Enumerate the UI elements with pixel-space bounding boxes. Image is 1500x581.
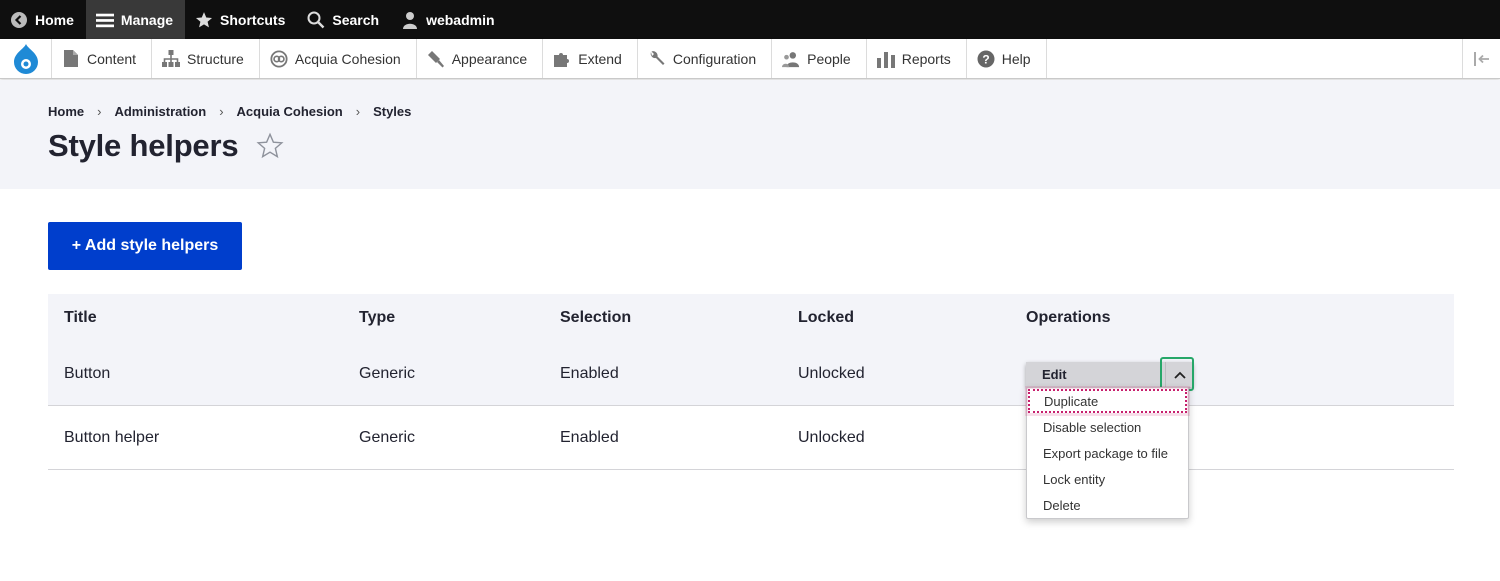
people-icon <box>782 50 800 68</box>
table-header: Title Type Selection Locked Operations <box>48 294 1454 342</box>
table-row: Button helper Generic Enabled Unlocked <box>48 406 1454 470</box>
svg-text:?: ? <box>982 52 989 66</box>
tray-item-appearance[interactable]: Appearance <box>417 39 544 78</box>
user-icon <box>401 11 419 29</box>
toolbar-shortcuts-label: Shortcuts <box>220 11 286 28</box>
tray-item-label: Structure <box>187 50 244 67</box>
wrench-icon <box>648 50 666 68</box>
cell-type: Generic <box>359 364 416 382</box>
toolbar-user[interactable]: webadmin <box>391 0 506 39</box>
tray-item-label: Configuration <box>672 50 757 67</box>
tray-spacer <box>1047 39 1462 78</box>
admin-tray: Content Structure Acquia Cohesion Appear… <box>0 39 1500 79</box>
breadcrumb-styles[interactable]: Styles <box>373 104 411 119</box>
toolbar-search[interactable]: Search <box>297 0 391 39</box>
column-header-operations: Operations <box>1026 309 1111 326</box>
search-icon <box>307 11 325 29</box>
page-header: Home › Administration › Acquia Cohesion … <box>0 80 1500 189</box>
hamburger-menu-icon <box>95 11 114 29</box>
sitemap-icon <box>162 50 181 68</box>
breadcrumb-separator-icon: › <box>97 104 102 119</box>
style-helpers-table: Title Type Selection Locked Operations B… <box>48 294 1454 470</box>
breadcrumb-separator-icon: › <box>355 104 361 119</box>
cell-title: Button <box>64 364 111 382</box>
toggle-focus-ring <box>1160 357 1194 391</box>
cell-title: Button helper <box>64 428 160 446</box>
tray-item-configuration[interactable]: Configuration <box>638 39 773 78</box>
menu-item-disable-selection[interactable]: Disable selection <box>1027 414 1188 440</box>
cell-selection: Enabled <box>560 428 619 446</box>
drupal-logo-icon[interactable] <box>0 39 52 78</box>
tray-item-label: Content <box>87 50 137 67</box>
back-circle-icon <box>10 11 28 29</box>
add-style-helpers-button[interactable]: + Add style helpers <box>48 222 242 270</box>
tray-item-help[interactable]: ? Help <box>967 39 1047 78</box>
cell-locked: Unlocked <box>798 364 865 382</box>
page-title: Style helpers <box>48 128 239 163</box>
tray-item-acquia-cohesion[interactable]: Acquia Cohesion <box>260 39 417 78</box>
breadcrumb-acquia-cohesion[interactable]: Acquia Cohesion <box>237 104 343 119</box>
cohesion-icon <box>270 49 288 68</box>
breadcrumb: Home › Administration › Acquia Cohesion … <box>48 104 411 119</box>
cell-selection: Enabled <box>560 364 619 382</box>
operations-menu: Duplicate Disable selection Export packa… <box>1026 387 1189 519</box>
shortcut-star-icon[interactable] <box>256 132 284 160</box>
tray-item-label: Acquia Cohesion <box>294 50 401 67</box>
menu-item-export-package[interactable]: Export package to file <box>1027 440 1188 466</box>
toolbar-manage-label: Manage <box>120 11 174 28</box>
breadcrumb-home[interactable]: Home <box>48 104 84 119</box>
breadcrumb-separator-icon: › <box>219 104 224 119</box>
toolbar-manage[interactable]: Manage <box>85 0 186 39</box>
star-icon <box>195 11 213 29</box>
column-header-locked: Locked <box>798 309 855 326</box>
tray-item-label: Help <box>1001 50 1031 67</box>
tray-item-extend[interactable]: Extend <box>543 39 638 78</box>
tray-item-structure[interactable]: Structure <box>152 39 260 78</box>
toolbar-home[interactable]: Home <box>0 0 86 39</box>
tray-item-label: Extend <box>578 50 622 67</box>
tray-item-people[interactable]: People <box>772 39 867 78</box>
menu-item-lock-entity[interactable]: Lock entity <box>1027 466 1188 492</box>
help-icon: ? <box>977 50 995 68</box>
breadcrumb-administration[interactable]: Administration <box>114 104 206 119</box>
toolbar-user-label: webadmin <box>426 11 495 28</box>
tray-item-label: Reports <box>901 50 951 67</box>
tray-item-content[interactable]: Content <box>52 39 153 78</box>
collapse-tray-icon[interactable] <box>1462 39 1500 78</box>
column-header-selection: Selection <box>560 309 632 326</box>
tray-item-reports[interactable]: Reports <box>867 39 967 78</box>
menu-item-delete[interactable]: Delete <box>1027 492 1188 518</box>
toolbar-home-label: Home <box>35 11 74 28</box>
file-icon <box>62 50 80 68</box>
column-header-type: Type <box>359 309 396 326</box>
cell-type: Generic <box>359 428 416 446</box>
puzzle-icon <box>553 50 571 68</box>
column-header-title: Title <box>64 309 97 326</box>
tray-item-label: People <box>807 50 851 67</box>
admin-toolbar: Home Manage Shortcuts Search webadmin <box>0 0 1500 39</box>
cell-locked: Unlocked <box>798 428 865 446</box>
table-row: Button Generic Enabled Unlocked <box>48 342 1454 406</box>
toolbar-search-label: Search <box>332 11 380 28</box>
bar-chart-icon <box>876 50 895 68</box>
tray-item-label: Appearance <box>451 50 528 67</box>
toolbar-shortcuts[interactable]: Shortcuts <box>185 0 297 39</box>
paintbrush-icon <box>427 50 445 68</box>
edit-button[interactable]: Edit <box>1026 362 1165 387</box>
menu-item-duplicate[interactable]: Duplicate <box>1028 389 1187 413</box>
